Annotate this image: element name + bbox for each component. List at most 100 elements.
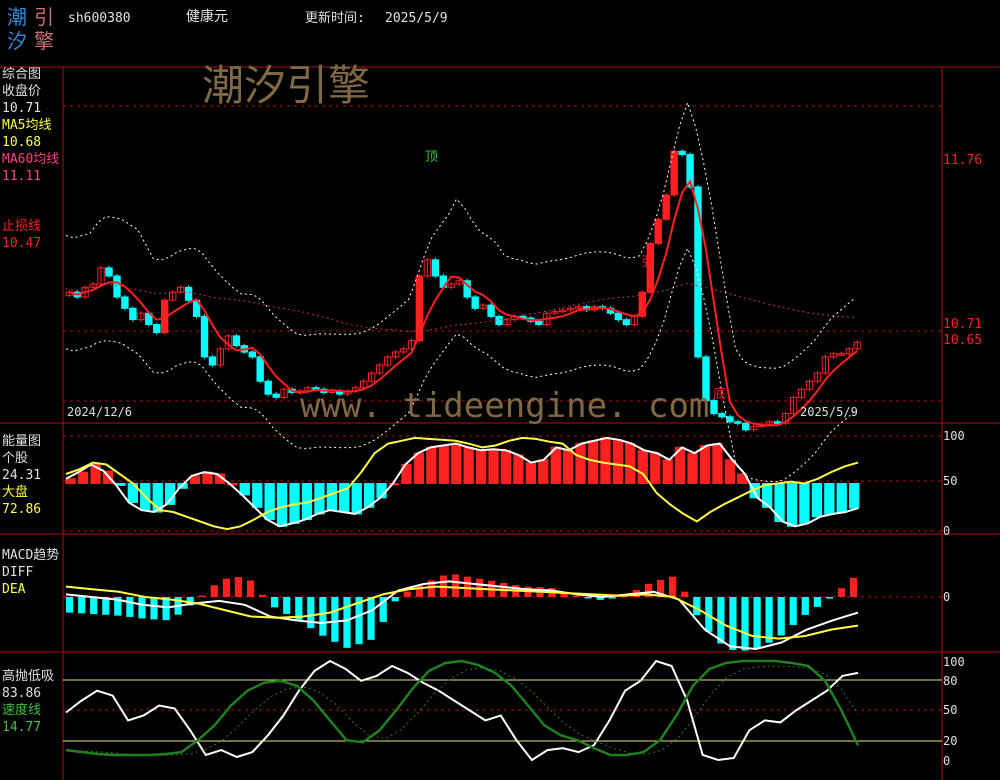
candle bbox=[718, 413, 726, 418]
hl-axis-50: 50 bbox=[943, 703, 958, 717]
energy-bar bbox=[475, 449, 487, 485]
macd-bar bbox=[693, 597, 701, 616]
macd-bar bbox=[343, 597, 351, 648]
macd-bar bbox=[464, 576, 472, 597]
close-value: 10.71 bbox=[2, 101, 42, 116]
mark-strong: 强 bbox=[642, 255, 656, 270]
macd-bar bbox=[837, 588, 846, 597]
candle bbox=[622, 319, 631, 326]
macd-bar bbox=[584, 597, 592, 599]
candle bbox=[200, 315, 209, 358]
macd-bar bbox=[283, 597, 291, 614]
upper-band-line bbox=[65, 101, 856, 369]
candle bbox=[614, 312, 623, 321]
macd-bar bbox=[150, 597, 158, 620]
hl-axis-0: 0 bbox=[943, 754, 951, 768]
energy-bar bbox=[538, 459, 549, 485]
macd-bar bbox=[789, 597, 797, 625]
candle bbox=[272, 393, 280, 398]
energy-bar bbox=[550, 446, 561, 484]
energy-bar bbox=[413, 452, 425, 485]
candle bbox=[129, 307, 137, 321]
energy-bar bbox=[724, 459, 736, 485]
diff-label: DIFF bbox=[2, 565, 34, 580]
macd-bar bbox=[78, 597, 86, 614]
macd-bar bbox=[729, 597, 737, 650]
candle bbox=[208, 356, 217, 366]
ma5-value: 10.68 bbox=[2, 135, 42, 150]
speed-value: 14.77 bbox=[2, 720, 42, 735]
date-start-label: 2024/12/6 bbox=[67, 405, 133, 419]
macd-bar bbox=[66, 597, 74, 613]
hl-axis-20: 20 bbox=[943, 734, 958, 748]
macd-bar bbox=[777, 597, 785, 636]
candle bbox=[248, 351, 257, 358]
candle bbox=[431, 259, 440, 277]
energy-axis-50: 50 bbox=[943, 474, 958, 488]
macd-bar bbox=[801, 597, 809, 615]
stop-label: 止损线 bbox=[2, 219, 42, 234]
candle bbox=[113, 275, 121, 298]
energy-bar bbox=[252, 483, 263, 508]
energy-bar bbox=[849, 483, 860, 509]
dea-label: DEA bbox=[2, 582, 26, 597]
stock-value: 24.31 bbox=[2, 468, 42, 483]
candle bbox=[264, 380, 272, 395]
energy-bar bbox=[77, 471, 89, 485]
macd-bar bbox=[271, 597, 279, 608]
energy-bar bbox=[426, 446, 437, 484]
candle bbox=[710, 400, 718, 415]
macd-title: MACD趋势 bbox=[2, 548, 60, 563]
energy-bar bbox=[799, 483, 810, 524]
hl-value1: 83.86 bbox=[2, 686, 42, 701]
candle bbox=[232, 335, 241, 347]
hl-speed-dash-line bbox=[75, 665, 859, 756]
energy-bar bbox=[563, 449, 574, 485]
candle bbox=[471, 296, 479, 309]
macd-bar bbox=[741, 597, 749, 651]
energy-title: 能量图 bbox=[2, 434, 42, 449]
candle bbox=[662, 194, 670, 220]
energy-axis-100: 100 bbox=[943, 429, 965, 443]
energy-bar bbox=[699, 445, 711, 484]
energy-bar bbox=[625, 443, 636, 485]
macd-bar bbox=[126, 597, 134, 617]
price-axis-label-3: 10.65 bbox=[943, 333, 983, 348]
energy-bar bbox=[500, 449, 512, 485]
energy-bar bbox=[438, 445, 449, 484]
energy-bar bbox=[824, 483, 835, 515]
macd-bar bbox=[234, 577, 242, 597]
macd-bar bbox=[162, 597, 170, 621]
macd-bar bbox=[331, 597, 339, 642]
energy-bar bbox=[687, 452, 698, 485]
hl-axis-80: 80 bbox=[943, 674, 958, 688]
macd-bar bbox=[391, 597, 399, 602]
macd-bar bbox=[307, 597, 315, 629]
macd-bar bbox=[813, 597, 821, 607]
candle bbox=[121, 296, 129, 309]
macd-bar bbox=[367, 597, 375, 640]
energy-bar bbox=[712, 443, 723, 485]
market-label: 大盘 bbox=[2, 485, 29, 500]
macd-bar bbox=[319, 597, 327, 636]
candle bbox=[535, 320, 543, 325]
hl-title: 高抛低吸 bbox=[2, 669, 55, 684]
candle bbox=[487, 304, 495, 317]
macd-bar bbox=[403, 591, 411, 597]
macd-bar bbox=[246, 580, 255, 597]
macd-bar bbox=[210, 585, 218, 597]
mark-bottom: 底 bbox=[713, 387, 727, 402]
energy-bar bbox=[811, 483, 823, 518]
energy-bar bbox=[525, 462, 537, 485]
candle bbox=[184, 286, 193, 301]
macd-axis-0: 0 bbox=[943, 590, 951, 604]
candle bbox=[678, 150, 686, 156]
ma5-label: MA5均线 bbox=[2, 118, 52, 133]
hl-axis-100: 100 bbox=[943, 655, 965, 669]
macd-bar bbox=[222, 578, 230, 597]
macd-bar bbox=[451, 574, 460, 597]
energy-bar bbox=[326, 483, 338, 511]
energy-bar bbox=[662, 459, 673, 485]
candle bbox=[734, 421, 742, 424]
ma60-label: MA60均线 bbox=[2, 152, 60, 167]
